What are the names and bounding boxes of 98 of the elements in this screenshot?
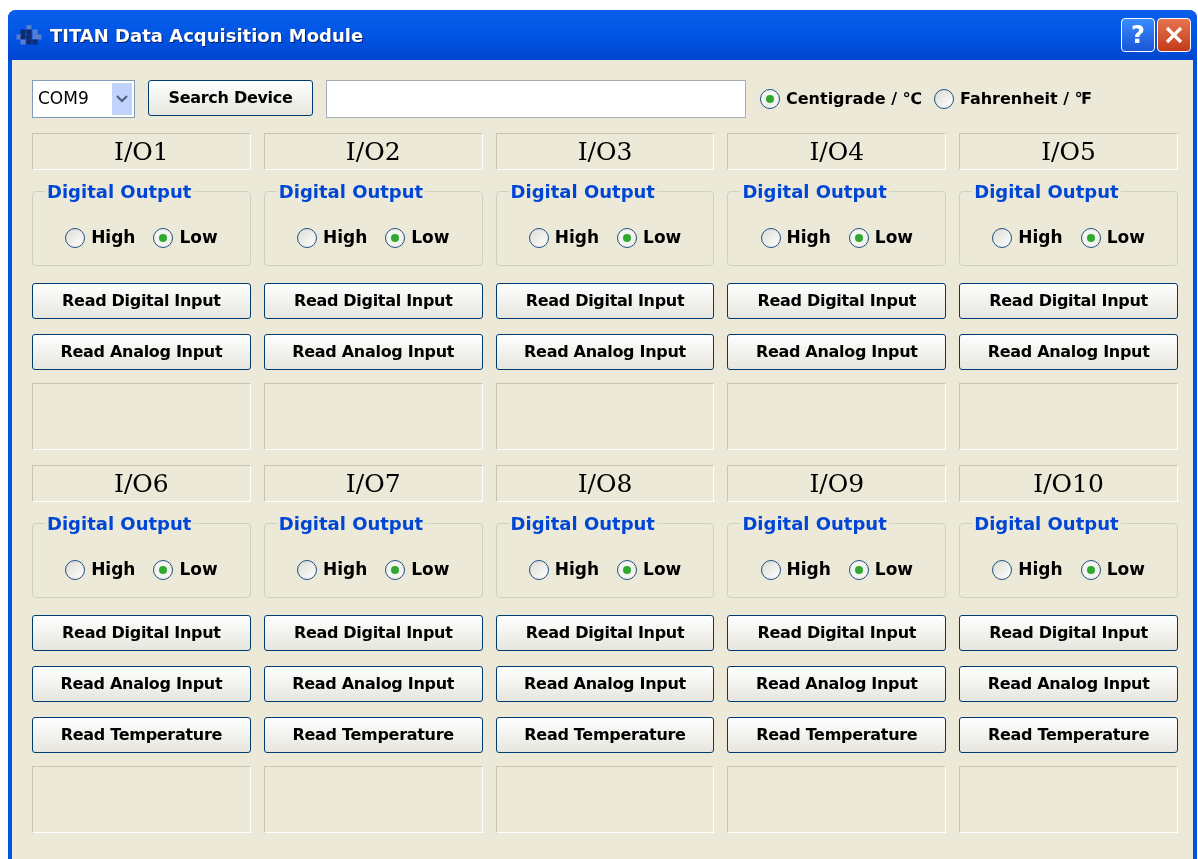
read-button[interactable]: Read Temperature bbox=[959, 717, 1178, 753]
radio-label: High bbox=[91, 558, 136, 581]
read-button[interactable]: Read Temperature bbox=[727, 717, 947, 753]
radio-button[interactable] bbox=[760, 227, 781, 248]
radio-button[interactable] bbox=[528, 559, 549, 580]
radio-label: Low bbox=[1106, 558, 1145, 581]
read-button[interactable]: Read Analog Input bbox=[263, 666, 483, 702]
radio-label: Low bbox=[411, 558, 450, 581]
radio-button[interactable] bbox=[992, 227, 1013, 248]
radio-button[interactable] bbox=[1080, 227, 1101, 248]
channel-title: I/O3 bbox=[495, 133, 715, 170]
search-device-button[interactable]: Search Device bbox=[148, 80, 313, 116]
radio-button[interactable] bbox=[528, 227, 549, 248]
channel-title: I/O1 bbox=[32, 133, 251, 170]
group-title: Digital Output bbox=[509, 512, 656, 536]
radio-button[interactable] bbox=[617, 559, 638, 580]
group-title: Digital Output bbox=[277, 180, 425, 204]
read-button[interactable]: Read Digital Input bbox=[727, 615, 947, 651]
read-button[interactable]: Read Analog Input bbox=[263, 334, 483, 370]
radio-button[interactable] bbox=[848, 227, 869, 248]
radio-label: Low bbox=[179, 226, 218, 249]
group-title: Digital Output bbox=[46, 180, 193, 204]
radio-button[interactable] bbox=[296, 227, 317, 248]
group-title: Digital Output bbox=[277, 512, 425, 536]
radio-label: High bbox=[91, 226, 136, 249]
radio-label: Fahrenheit / ℉ bbox=[959, 88, 1092, 110]
channel-title: I/O7 bbox=[263, 465, 483, 502]
radio-button[interactable] bbox=[933, 89, 954, 109]
radio-button[interactable] bbox=[617, 227, 638, 248]
radio-label: High bbox=[1018, 558, 1063, 581]
group-title: Digital Output bbox=[46, 512, 193, 536]
radio-button[interactable] bbox=[65, 559, 86, 580]
read-button[interactable]: Read Temperature bbox=[32, 717, 251, 753]
radio-label: High bbox=[1018, 226, 1063, 249]
group-title: Digital Output bbox=[973, 180, 1120, 204]
radio-button[interactable] bbox=[153, 227, 174, 248]
radio-label: Low bbox=[643, 558, 682, 581]
window-title: TITAN Data Acquisition Module bbox=[50, 23, 364, 48]
radio-label: High bbox=[554, 558, 600, 581]
radio-label: Low bbox=[874, 226, 914, 249]
read-button[interactable]: Read Digital Input bbox=[727, 283, 947, 319]
read-button[interactable]: Read Temperature bbox=[263, 717, 483, 753]
close-button[interactable] bbox=[1157, 18, 1191, 52]
read-button[interactable]: Read Digital Input bbox=[32, 283, 251, 319]
radio-button[interactable] bbox=[1080, 559, 1101, 580]
read-button[interactable]: Read Analog Input bbox=[32, 666, 251, 702]
radio-label: Low bbox=[1106, 226, 1145, 249]
radio-button[interactable] bbox=[296, 559, 317, 580]
radio-button[interactable] bbox=[153, 559, 174, 580]
radio-label: Low bbox=[411, 226, 450, 249]
channel-title: I/O4 bbox=[727, 133, 947, 170]
read-button[interactable]: Read Digital Input bbox=[263, 283, 483, 319]
radio-button[interactable] bbox=[760, 89, 780, 109]
read-button[interactable]: Read Analog Input bbox=[959, 666, 1178, 702]
group-title: Digital Output bbox=[741, 180, 888, 204]
read-button[interactable]: Read Analog Input bbox=[495, 334, 715, 370]
radio-label: High bbox=[322, 558, 368, 581]
radio-button[interactable] bbox=[65, 227, 86, 248]
radio-label: High bbox=[786, 226, 831, 249]
channel-title: I/O9 bbox=[727, 465, 947, 502]
channel-title: I/O2 bbox=[263, 133, 483, 170]
port-dropdown[interactable]: COM9 bbox=[32, 80, 135, 118]
read-button[interactable]: Read Digital Input bbox=[959, 283, 1178, 319]
chevron-down-icon bbox=[116, 95, 128, 103]
app-icon bbox=[16, 25, 42, 45]
radio-button[interactable] bbox=[848, 559, 869, 580]
radio-button[interactable] bbox=[385, 227, 406, 248]
read-button[interactable]: Read Analog Input bbox=[32, 334, 251, 370]
read-button[interactable]: Read Analog Input bbox=[727, 666, 947, 702]
group-title: Digital Output bbox=[741, 512, 888, 536]
read-button[interactable]: Read Temperature bbox=[495, 717, 715, 753]
close-icon bbox=[1164, 25, 1184, 45]
radio-label: High bbox=[322, 226, 368, 249]
radio-label: High bbox=[554, 226, 600, 249]
read-button[interactable]: Read Analog Input bbox=[727, 334, 947, 370]
group-title: Digital Output bbox=[509, 180, 656, 204]
read-button[interactable]: Read Digital Input bbox=[495, 615, 715, 651]
read-button[interactable]: Read Analog Input bbox=[959, 334, 1178, 370]
radio-label: Low bbox=[874, 558, 914, 581]
radio-button[interactable] bbox=[992, 559, 1013, 580]
radio-button[interactable] bbox=[760, 559, 781, 580]
channel-title: I/O5 bbox=[959, 133, 1178, 170]
help-button[interactable]: ? bbox=[1121, 18, 1155, 52]
device-status-field[interactable] bbox=[326, 80, 746, 118]
radio-label: Low bbox=[643, 226, 682, 249]
channel-title: I/O8 bbox=[495, 465, 715, 502]
radio-label: High bbox=[786, 558, 831, 581]
channel-title: I/O6 bbox=[32, 465, 251, 502]
read-button[interactable]: Read Digital Input bbox=[495, 283, 715, 319]
radio-label: Low bbox=[179, 558, 218, 581]
read-button[interactable]: Read Digital Input bbox=[32, 615, 251, 651]
radio-button[interactable] bbox=[385, 559, 406, 580]
read-button[interactable]: Read Analog Input bbox=[495, 666, 715, 702]
read-button[interactable]: Read Digital Input bbox=[263, 615, 483, 651]
read-button[interactable]: Read Digital Input bbox=[959, 615, 1178, 651]
radio-label: Centigrade / ℃ bbox=[786, 88, 922, 110]
channel-title: I/O10 bbox=[959, 465, 1178, 502]
group-title: Digital Output bbox=[973, 512, 1120, 536]
